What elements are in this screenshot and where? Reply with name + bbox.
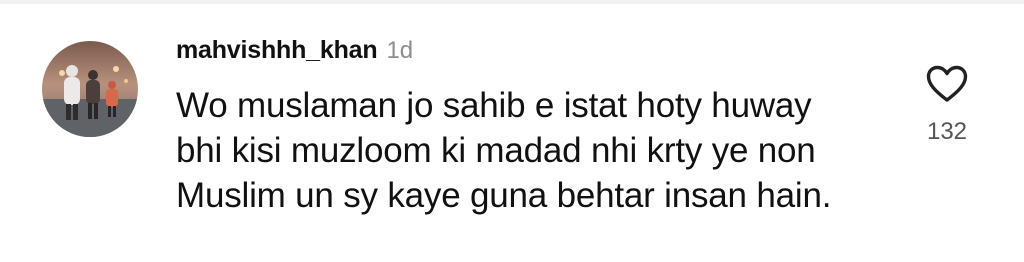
comment-header: mahvishhh_khan 1d bbox=[176, 36, 413, 70]
timestamp: 1d bbox=[386, 37, 414, 64]
comment-item: mahvishhh_khan 1d Wo muslaman jo sahib e… bbox=[0, 0, 1024, 262]
avatar-photo bbox=[42, 41, 138, 137]
like-count[interactable]: 132 bbox=[927, 118, 967, 146]
like-button[interactable] bbox=[923, 62, 971, 106]
like-section: 132 bbox=[908, 62, 986, 146]
comment-text: Wo muslaman jo sahib e istat hoty huway … bbox=[176, 86, 832, 215]
heart-outline-icon bbox=[926, 65, 968, 102]
avatar[interactable] bbox=[42, 41, 138, 137]
username-link[interactable]: mahvishhh_khan bbox=[176, 36, 378, 65]
